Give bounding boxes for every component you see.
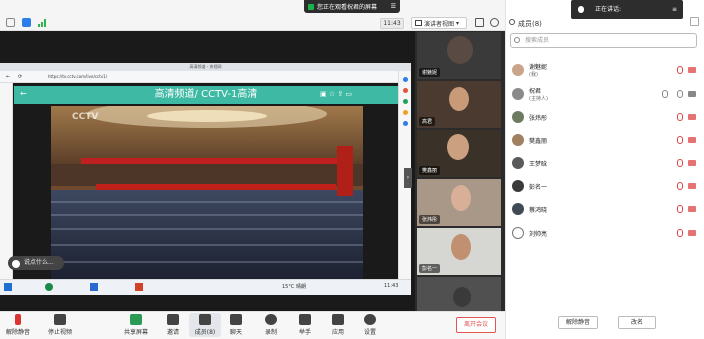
apps-icon — [332, 314, 344, 325]
camera-off-icon[interactable] — [688, 230, 696, 236]
assembly-hall-image — [51, 106, 363, 281]
avatar — [512, 134, 524, 146]
video-tile[interactable]: 樊鑫丽 — [417, 130, 501, 177]
meeting-time: 11:43 — [380, 18, 404, 29]
mic-off-icon[interactable] — [677, 66, 683, 74]
invite-button[interactable]: 邀请 — [157, 313, 189, 337]
camera-off-icon[interactable] — [688, 160, 696, 166]
mic-off-icon[interactable] — [677, 113, 683, 121]
hand-icon — [299, 314, 311, 325]
member-row[interactable]: 彭名一 — [512, 176, 698, 196]
camera-icon[interactable] — [688, 91, 696, 97]
camera-off-icon[interactable] — [688, 137, 696, 143]
avatar — [512, 111, 524, 123]
record-icon — [265, 314, 277, 325]
windows-taskbar — [0, 279, 411, 295]
mic-off-icon[interactable] — [677, 136, 683, 144]
leave-meeting-button[interactable]: 离开会议 — [456, 317, 496, 333]
unmute-button[interactable]: 解除静音 — [2, 313, 34, 337]
share-icon — [130, 314, 142, 325]
reload-icon[interactable]: ⟳ — [18, 74, 22, 80]
mic-off-icon — [15, 314, 21, 325]
speaking-toast: 正在讲话: ≡ — [571, 0, 683, 19]
camera-off-icon[interactable] — [688, 183, 696, 189]
avatar — [512, 64, 524, 76]
video-tile[interactable] — [417, 277, 501, 311]
member-search-input[interactable]: 搜索成员 — [510, 33, 697, 48]
video-tile[interactable]: 高君 — [417, 81, 501, 128]
member-row[interactable]: 祝君 (主持人) — [512, 84, 698, 104]
camera-off-icon[interactable] — [688, 114, 696, 120]
live-video — [51, 106, 363, 281]
chat-icon — [230, 314, 242, 325]
chat-avatar-icon — [12, 260, 20, 268]
tray-clock: 11:43 — [384, 283, 399, 289]
collapse-icon[interactable]: › — [404, 168, 412, 188]
view-mode-button[interactable]: 演讲者视图 ▾ — [411, 17, 467, 29]
member-row[interactable]: 张炜彤 — [512, 107, 698, 127]
video-tile[interactable]: 谢魅妮 — [417, 32, 501, 79]
share-banner[interactable]: 您正在观看祝君的屏幕 ☰ — [304, 0, 400, 13]
mic-off-icon[interactable] — [677, 182, 683, 190]
stop-video-button[interactable]: 停止视频 — [44, 313, 76, 337]
settings-button[interactable]: 设置 — [354, 313, 386, 337]
tile-icon[interactable] — [490, 18, 499, 27]
cctv-logo: CCTV — [72, 112, 99, 122]
members-button[interactable]: 成员(8) — [189, 313, 221, 337]
avatar — [512, 180, 524, 192]
search-icon — [514, 37, 520, 43]
share-icon — [662, 90, 668, 98]
member-row[interactable]: 蔡鸿晓 — [512, 199, 698, 219]
members-icon — [199, 314, 211, 325]
gear-icon — [364, 314, 376, 325]
members-icon — [509, 19, 515, 25]
raise-hand-button[interactable]: 举手 — [289, 313, 321, 337]
browser-title: 高清频道 - 央视网 — [0, 63, 411, 71]
member-row[interactable]: 王梦晗 — [512, 153, 698, 173]
signal-icon[interactable] — [38, 18, 48, 27]
channel-back-icon[interactable]: ← — [20, 89, 27, 98]
shield-icon[interactable] — [22, 18, 31, 27]
browser-address-bar[interactable]: https://tv.cctv.com/live/cctv1/ — [0, 71, 411, 83]
taskbar-app-icon[interactable] — [135, 283, 143, 291]
member-row[interactable]: 刘帅亮 — [512, 223, 698, 243]
start-icon[interactable] — [4, 283, 12, 291]
avatar — [512, 157, 524, 169]
browser-sidebar — [0, 83, 13, 279]
member-row[interactable]: 谢魅妮 (我) — [512, 60, 698, 80]
bike-avatar-icon — [512, 227, 524, 239]
invite-icon — [167, 314, 179, 325]
avatar — [512, 203, 524, 215]
unmute-all-button[interactable]: 解除静音 — [558, 316, 598, 329]
fullscreen-icon[interactable] — [475, 18, 484, 27]
taskbar-app-icon[interactable] — [45, 283, 53, 291]
channel-actions[interactable]: ▣ ☆ ⇪ ▭ — [320, 90, 352, 98]
panel-options-icon[interactable] — [690, 17, 699, 26]
apps-button[interactable]: 应用 — [322, 313, 354, 337]
video-tile[interactable]: 张炜彤 — [417, 179, 501, 226]
camera-icon — [54, 314, 66, 325]
rename-button[interactable]: 改名 — [618, 316, 656, 329]
back-icon[interactable]: ← — [6, 74, 10, 80]
video-tile[interactable]: 彭名一 — [417, 228, 501, 275]
record-button[interactable]: 录制 — [255, 313, 287, 337]
panel-title: 成员(8) — [518, 20, 542, 28]
mic-off-icon[interactable] — [677, 159, 683, 167]
info-icon[interactable] — [6, 18, 15, 27]
mic-off-icon[interactable] — [677, 229, 683, 237]
mic-icon[interactable] — [677, 90, 683, 98]
avatar — [512, 88, 524, 100]
taskbar-app-icon[interactable] — [90, 283, 98, 291]
tray-weather: 15°C 晴朗 — [282, 284, 306, 290]
member-row[interactable]: 樊鑫丽 — [512, 130, 698, 150]
share-screen-button[interactable]: 共享屏幕 — [120, 313, 152, 337]
mic-off-icon[interactable] — [677, 205, 683, 213]
camera-off-icon[interactable] — [688, 206, 696, 212]
camera-off-icon[interactable] — [688, 67, 696, 73]
chat-button[interactable]: 聊天 — [220, 313, 252, 337]
